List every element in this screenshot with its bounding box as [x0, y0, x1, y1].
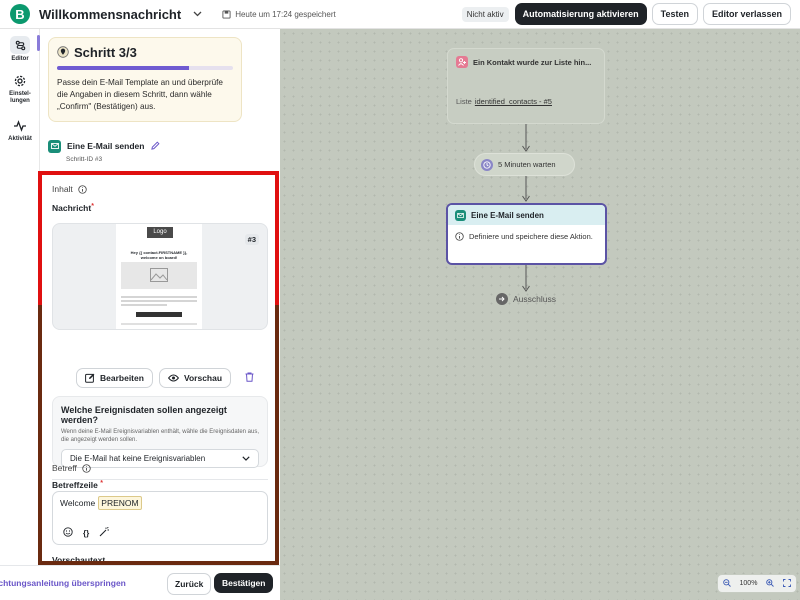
nav-label-activity: Aktivität [8, 136, 32, 142]
editor-icon [15, 40, 25, 50]
nav-label-settings: Einstel- lungen [9, 91, 31, 104]
subject-variable-token[interactable]: PRENOM [98, 496, 142, 510]
email-icon [455, 209, 466, 221]
trigger-list-link[interactable]: identified_contacts - #5 [475, 97, 552, 106]
edit-name-pencil-icon[interactable] [151, 139, 160, 153]
thumbnail-footer [121, 323, 197, 325]
eye-icon [167, 374, 179, 382]
skip-guide-link[interactable]: ichtungsanleitung überspringen [0, 578, 126, 588]
activate-automation-button[interactable]: Automatisierung aktivieren [514, 3, 647, 25]
gear-icon [14, 75, 26, 87]
subject-text: Welcome [60, 498, 96, 508]
panel-footer: ichtungsanleitung überspringen Zurück Be… [0, 565, 280, 600]
step-progress-fill [57, 66, 189, 70]
emoji-icon[interactable] [63, 527, 73, 539]
save-icon [222, 9, 231, 19]
thumbnail-greeting: Hey {{ contact.FIRSTNAME }}, welcome on … [130, 250, 188, 260]
subject-section-text: Betreff [52, 463, 77, 473]
exit-label: Ausschluss [513, 294, 556, 304]
email-action-icon [48, 139, 61, 153]
content-section-label: Inhalt [52, 184, 87, 194]
back-button[interactable]: Zurück [167, 573, 212, 595]
thumbnail-logo: Logo [147, 227, 173, 238]
clock-icon [481, 158, 493, 171]
save-status: Heute um 17:24 gespeichert [222, 10, 336, 19]
chevron-down-icon[interactable] [193, 9, 202, 19]
zoom-in-icon[interactable] [766, 578, 775, 589]
preview-button[interactable]: Vorschau [158, 368, 232, 388]
trigger-title: Ein Kontakt wurde zur Liste hin... [473, 57, 592, 67]
test-button[interactable]: Testen [651, 3, 698, 25]
message-label-text: Nachricht [52, 203, 92, 213]
step-progress-bar [57, 66, 233, 70]
edit-button[interactable]: Bearbeiten [76, 368, 153, 388]
leave-editor-button[interactable]: Editor verlassen [702, 3, 791, 25]
left-nav: Editor Einstel- lungen Aktivität [0, 29, 40, 600]
edit-button-label: Bearbeiten [100, 373, 144, 383]
subject-input[interactable]: Welcome PRENOM {} [52, 491, 268, 545]
add-user-icon [456, 56, 468, 68]
email-preview-card[interactable]: Logo Hey {{ contact.FIRSTNAME }}, welcom… [52, 223, 268, 330]
email-thumbnail: Logo Hey {{ contact.FIRSTNAME }}, welcom… [116, 224, 202, 329]
subject-line-label: Betreffzeile * [52, 480, 103, 490]
confirm-button[interactable]: Bestätigen [214, 573, 274, 593]
zoom-controls: 100% [717, 574, 797, 593]
brand-logo[interactable]: B [10, 4, 30, 24]
step-description: Passe dein E-Mail Template an und überpr… [57, 78, 223, 111]
email-node-description: Definiere und speichere diese Aktion. [469, 232, 593, 241]
automation-title[interactable]: Willkommensnachricht [39, 7, 181, 22]
exit-node[interactable]: Ausschluss [496, 293, 556, 305]
thumbnail-text-lines [121, 296, 197, 308]
step-id: Schritt-ID #3 [66, 156, 103, 163]
template-id-badge: #3 [244, 234, 259, 245]
saved-text: Heute um 17:24 gespeichert [235, 9, 336, 19]
nav-item-editor[interactable]: Editor [0, 36, 40, 63]
thumbnail-button [136, 312, 182, 317]
workflow-canvas[interactable]: Ein Kontakt wurde zur Liste hin... Liste… [280, 29, 800, 600]
zoom-out-icon[interactable] [722, 578, 731, 589]
wait-node[interactable]: 5 Minuten warten [474, 153, 575, 176]
content-label-text: Inhalt [52, 184, 73, 194]
fit-view-icon[interactable] [783, 578, 792, 589]
image-placeholder-icon [121, 262, 197, 289]
step-title: Schritt 3/3 [74, 45, 137, 60]
magic-wand-icon[interactable] [99, 526, 110, 539]
zoom-level: 100% [739, 580, 758, 587]
location-pin-icon [57, 46, 69, 58]
activity-icon [14, 120, 26, 132]
braces-icon[interactable]: {} [83, 529, 89, 538]
trash-icon[interactable] [245, 371, 254, 385]
chevron-down-icon [242, 456, 250, 461]
status-badge: Nicht aktiv [461, 6, 509, 22]
event-data-box: Welche Ereignisdaten sollen angezeigt we… [52, 396, 268, 468]
event-data-title: Welche Ereignisdaten sollen angezeigt we… [61, 405, 227, 425]
subject-label-text: Betreffzeile [52, 480, 98, 490]
nav-label-editor: Editor [11, 56, 29, 62]
wait-label: 5 Minuten warten [498, 160, 556, 169]
trigger-list-row: Liste identified_contacts - #5 [456, 97, 552, 106]
subject-section-label: Betreff [52, 463, 91, 473]
top-bar: B Willkommensnachricht Heute um 17:24 ge… [0, 0, 800, 29]
exit-icon [496, 293, 508, 305]
preheader-label: Vorschautext [52, 555, 106, 565]
step-card: Schritt 3/3 Passe dein E-Mail Template a… [48, 37, 242, 122]
message-label: Nachricht* [52, 203, 94, 213]
content-section: Inhalt Nachricht* Logo Hey {{ contact.FI… [40, 171, 280, 565]
trigger-list-prefix: Liste [456, 97, 472, 106]
email-node-title: Eine E-Mail senden [471, 210, 544, 220]
edit-icon [85, 373, 95, 383]
email-action-node[interactable]: Eine E-Mail senden Definiere und speiche… [446, 203, 607, 265]
nav-item-activity[interactable]: Aktivität [0, 119, 40, 143]
trigger-node[interactable]: Ein Kontakt wurde zur Liste hin... Liste… [447, 48, 605, 124]
action-name: Eine E-Mail senden [67, 141, 145, 151]
preview-button-label: Vorschau [183, 373, 223, 383]
info-icon [455, 232, 464, 241]
info-icon[interactable] [78, 184, 87, 194]
nav-item-settings[interactable]: Einstel- lungen [0, 74, 40, 105]
event-select-value: Die E-Mail hat keine Ereignisvariablen [70, 454, 206, 463]
event-data-description: Wenn deine E-Mail Ereignisvariablen enth… [61, 429, 260, 443]
info-icon[interactable] [82, 463, 91, 473]
